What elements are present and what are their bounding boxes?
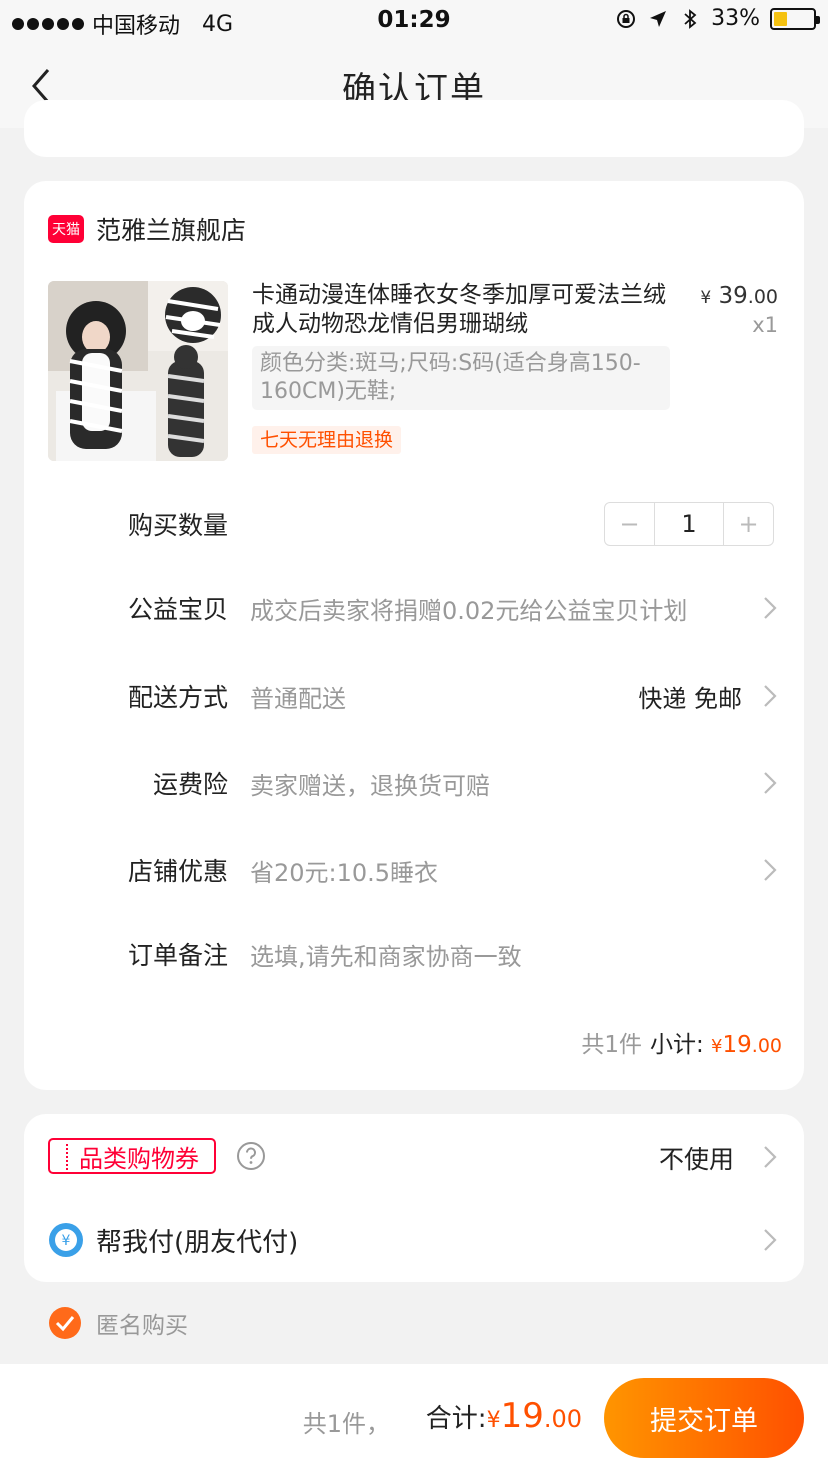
total-decimal: .00 bbox=[543, 1405, 582, 1433]
total-integer: 19 bbox=[500, 1396, 544, 1436]
delivery-shipping: 快递 免邮 bbox=[638, 684, 742, 713]
quantity-stepper[interactable]: − 1 + bbox=[604, 502, 774, 546]
delivery-value: 普通配送 bbox=[250, 684, 346, 713]
quantity-row: 购买数量 − 1 + bbox=[24, 499, 804, 549]
chevron-right-icon bbox=[764, 1229, 777, 1251]
delivery-label: 配送方式 bbox=[127, 683, 228, 712]
battery-level bbox=[774, 11, 787, 26]
product-image[interactable] bbox=[48, 281, 228, 461]
total-amount: ¥19.00 bbox=[487, 1396, 582, 1436]
subtotal-label: 小计: bbox=[649, 1032, 704, 1058]
coupon-value[interactable]: 不使用 bbox=[659, 1140, 734, 1176]
coupon-tag-label: 品类购物券 bbox=[79, 1144, 199, 1173]
subtotal-integer: 19 bbox=[722, 1032, 752, 1058]
insurance-label: 运费险 bbox=[152, 770, 228, 799]
chevron-right-icon bbox=[764, 597, 777, 619]
chevron-right-icon bbox=[764, 1146, 777, 1168]
charity-label: 公益宝贝 bbox=[127, 595, 228, 624]
category-coupon-tag[interactable]: 品类购物券 bbox=[48, 1138, 216, 1174]
order-note-input[interactable]: 选填,请先和商家协商一致 bbox=[250, 937, 522, 972]
submit-order-button[interactable]: 提交订单 bbox=[604, 1378, 804, 1458]
return-policy-badge: 七天无理由退换 bbox=[252, 426, 402, 454]
product-quantity: x1 bbox=[752, 313, 778, 337]
status-bar: 中国移动 4G 01:29 33% bbox=[0, 0, 828, 42]
anonymous-checkbox[interactable] bbox=[48, 1306, 82, 1340]
rotation-lock-icon bbox=[617, 9, 636, 28]
quantity-value[interactable]: 1 bbox=[654, 503, 724, 545]
coupon-card: 品类购物券 不使用 ¥ 帮我付(朋友代付) bbox=[24, 1114, 804, 1282]
price-decimal: .00 bbox=[747, 286, 778, 308]
shop-header[interactable]: 天猫 范雅兰旗舰店 bbox=[48, 211, 246, 247]
subtotal-decimal: .00 bbox=[751, 1035, 782, 1057]
increase-button[interactable]: + bbox=[724, 503, 773, 545]
total-label: 合计: bbox=[425, 1404, 487, 1434]
charity-row[interactable]: 公益宝贝 成交后卖家将捐赠0.02元给公益宝贝计划 bbox=[24, 583, 804, 633]
subtotal-currency: ¥ bbox=[711, 1036, 723, 1057]
discount-label: 店铺优惠 bbox=[127, 857, 228, 886]
anonymous-purchase-row[interactable]: 匿名购买 bbox=[48, 1306, 188, 1340]
product-sku: 颜色分类:斑马;尺码:S码(适合身高150-160CM)无鞋; bbox=[252, 346, 670, 410]
subtotal-count: 共1件 bbox=[581, 1032, 642, 1058]
total-count: 共1件， bbox=[302, 1410, 390, 1438]
discount-value: 省20元:10.5睡衣 bbox=[250, 858, 439, 887]
decrease-button[interactable]: − bbox=[605, 503, 654, 545]
subtotal-amount: ¥19.00 bbox=[711, 1032, 782, 1058]
order-card: 天猫 范雅兰旗舰店 卡通动漫连体睡衣女冬季加厚可爱法兰绒成人动物恐龙情侣男珊瑚绒… bbox=[24, 181, 804, 1090]
battery-percent: 33% bbox=[711, 6, 760, 31]
price-integer: 39 bbox=[718, 283, 748, 309]
chevron-right-icon bbox=[764, 772, 777, 794]
insurance-value: 卖家赠送，退换货可赔 bbox=[250, 771, 490, 800]
price-currency: ¥ bbox=[700, 288, 712, 308]
subtotal: 共1件 小计: ¥19.00 bbox=[581, 1025, 782, 1059]
chevron-right-icon bbox=[764, 859, 777, 881]
product-photo-zebra bbox=[48, 281, 228, 461]
bottom-bar: 共1件， 合计:¥19.00 提交订单 bbox=[0, 1364, 828, 1472]
product-price: ¥ 39.00 bbox=[700, 283, 778, 309]
delivery-row[interactable]: 配送方式 普通配送 快递 免邮 bbox=[24, 671, 804, 721]
friend-pay-label[interactable]: 帮我付(朋友代付) bbox=[96, 1222, 298, 1259]
charity-value: 成交后卖家将捐赠0.02元给公益宝贝计划 bbox=[250, 596, 688, 625]
order-note-row: 订单备注 选填,请先和商家协商一致 bbox=[24, 929, 804, 979]
total: 合计:¥19.00 bbox=[426, 1396, 582, 1436]
question-icon[interactable] bbox=[236, 1141, 266, 1171]
friend-pay-glyph: ¥ bbox=[62, 1233, 71, 1249]
total-currency: ¥ bbox=[486, 1408, 501, 1433]
address-card[interactable] bbox=[24, 100, 804, 157]
quantity-label: 购买数量 bbox=[127, 511, 228, 540]
battery-icon bbox=[770, 7, 820, 30]
status-right: 33% bbox=[615, 6, 820, 31]
tmall-logo-icon: 天猫 bbox=[48, 215, 84, 243]
location-arrow-icon bbox=[650, 10, 667, 27]
product-title[interactable]: 卡通动漫连体睡衣女冬季加厚可爱法兰绒成人动物恐龙情侣男珊瑚绒 bbox=[252, 281, 672, 339]
shop-name: 范雅兰旗舰店 bbox=[96, 216, 247, 245]
insurance-row[interactable]: 运费险 卖家赠送，退换货可赔 bbox=[24, 758, 804, 808]
chevron-right-icon bbox=[764, 685, 777, 707]
bluetooth-icon bbox=[684, 8, 697, 29]
note-label: 订单备注 bbox=[127, 941, 228, 970]
shop-discount-row[interactable]: 店铺优惠 省20元:10.5睡衣 bbox=[24, 845, 804, 895]
anonymous-label: 匿名购买 bbox=[96, 1313, 188, 1339]
friend-pay-icon: ¥ bbox=[49, 1223, 83, 1257]
